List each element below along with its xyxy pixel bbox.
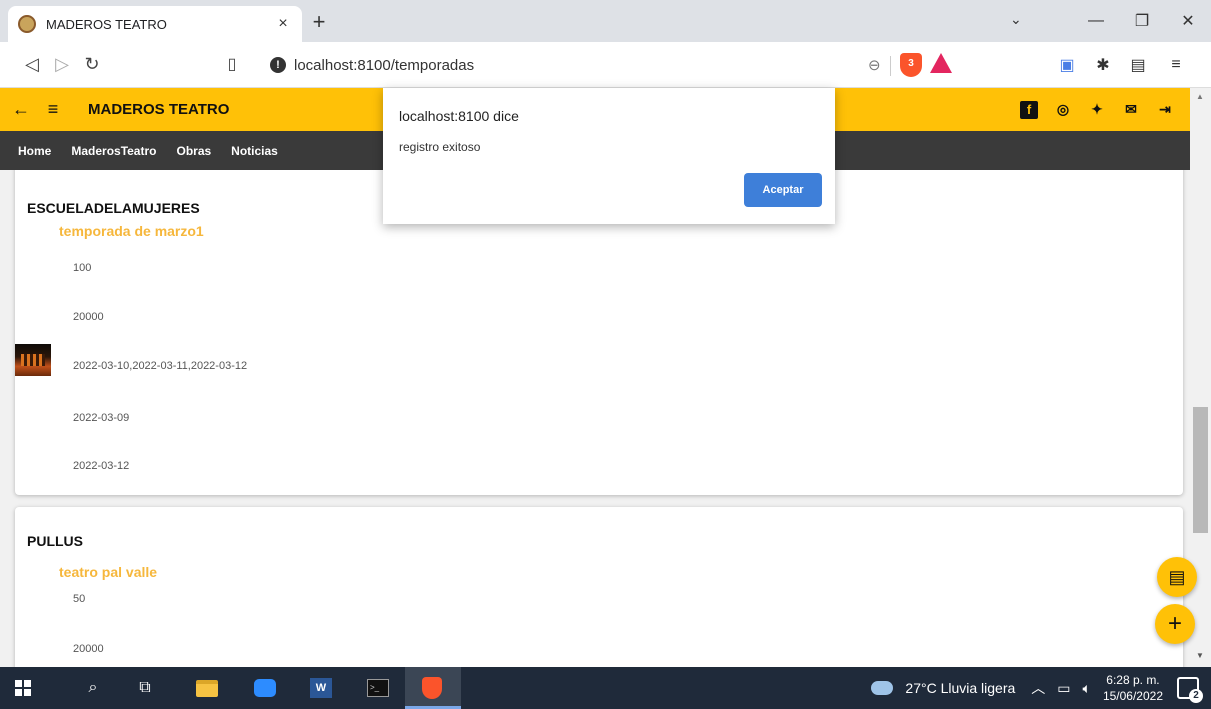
brave-shield-icon[interactable]: 3: [900, 53, 922, 77]
word-app-icon[interactable]: W: [308, 675, 334, 701]
brave-taskbar-item[interactable]: [405, 667, 461, 709]
start-date-value: 2022-03-09: [73, 412, 130, 424]
back-icon[interactable]: ◁: [20, 54, 44, 75]
volume-muted-icon[interactable]: 🔈︎: [1083, 680, 1091, 697]
close-window-button[interactable]: ✕: [1165, 0, 1211, 42]
wallet-icon[interactable]: ▤: [1128, 55, 1148, 75]
address-bar[interactable]: ! localhost:8100/temporadas: [256, 50, 956, 80]
twitter-icon[interactable]: ✦: [1088, 101, 1106, 119]
price-value: 20000: [73, 643, 104, 655]
toolbar-divider: [890, 56, 891, 76]
tab-search-dropdown-icon[interactable]: ⌄: [1010, 11, 1022, 28]
terminal-app-icon[interactable]: >_: [365, 675, 391, 701]
nav-home[interactable]: Home: [18, 144, 51, 158]
price-value: 20000: [73, 311, 104, 323]
add-fab-button[interactable]: +: [1155, 604, 1195, 644]
nav-maderosteatro[interactable]: MaderosTeatro: [71, 144, 156, 158]
mail-icon[interactable]: ✉: [1122, 101, 1140, 119]
bookmark-icon[interactable]: ▯: [220, 54, 244, 74]
scrollbar-thumb[interactable]: [1193, 407, 1208, 533]
extensions-puzzle-icon[interactable]: ✱: [1093, 55, 1113, 75]
season-name: temporada de marzo1: [59, 223, 204, 239]
zoom-app-icon[interactable]: [252, 675, 278, 701]
back-arrow-icon[interactable]: ←: [10, 99, 32, 120]
capacity-value: 50: [73, 593, 86, 605]
newspaper-icon: ▤: [1168, 566, 1186, 587]
browser-toolbar: ◁ ▷ ↻ ▯ ! localhost:8100/temporadas ⊖ 3 …: [0, 42, 1211, 88]
weather-cloud-icon[interactable]: [871, 681, 894, 695]
dialog-message: registro exitoso: [399, 140, 481, 154]
nav-noticias[interactable]: Noticias: [231, 144, 278, 158]
windows-start-icon[interactable]: [10, 675, 36, 701]
scroll-up-arrow-icon[interactable]: ▲: [1196, 92, 1204, 101]
capacity-value: 100: [73, 262, 92, 274]
menu-icon[interactable]: ≡: [1166, 55, 1186, 75]
task-view-icon[interactable]: ⧉: [132, 675, 158, 701]
card-title: PULLUS: [27, 533, 83, 549]
battery-icon[interactable]: ▭: [1057, 680, 1070, 697]
page-content: ESCUELADELAMUJERES temporada de marzo1 1…: [0, 170, 1190, 667]
minimize-button[interactable]: —: [1073, 0, 1119, 42]
window-controls: — ❐ ✕: [1073, 0, 1211, 42]
accept-button[interactable]: Aceptar: [744, 173, 822, 207]
plus-icon: +: [1167, 610, 1182, 637]
weather-text[interactable]: 27°C Lluvia ligera: [905, 680, 1015, 696]
browser-tab-strip: MADEROS TEATRO × + ⌄ — ❐ ✕: [0, 0, 1211, 42]
end-date-value: 2022-03-12: [73, 460, 130, 472]
brave-rewards-icon[interactable]: [930, 53, 952, 73]
facebook-icon[interactable]: f: [1020, 100, 1038, 119]
instagram-icon[interactable]: ◎: [1054, 101, 1072, 119]
forward-icon[interactable]: ▷: [50, 54, 74, 75]
season-card[interactable]: PULLUS teatro pal valle 50 20000: [15, 507, 1183, 667]
news-fab-button[interactable]: ▤: [1157, 557, 1197, 597]
alert-dialog: localhost:8100 dice registro exitoso Ace…: [383, 88, 835, 224]
scroll-down-arrow-icon[interactable]: ▼: [1196, 651, 1204, 660]
play-thumbnail: [15, 344, 51, 376]
hamburger-menu-icon[interactable]: ≡: [42, 99, 64, 120]
dates-value: 2022-03-10,2022-03-11,2022-03-12: [73, 360, 248, 372]
tab-close-icon[interactable]: ×: [274, 15, 292, 33]
chevron-up-icon[interactable]: ︿: [1031, 678, 1045, 698]
notification-center-icon[interactable]: 2: [1177, 677, 1203, 703]
reload-icon[interactable]: ↻: [80, 54, 104, 75]
clock-date: 15/06/2022: [1102, 689, 1163, 703]
file-explorer-icon[interactable]: [194, 675, 220, 701]
clock-time: 6:28 p. m.: [1106, 673, 1160, 687]
url-text: localhost:8100/temporadas: [294, 56, 475, 74]
notification-count: 2: [1189, 689, 1203, 703]
windows-taskbar: ⌕ ⧉ W >_ 27°C Lluvia ligera ︿ ▭ 🔈︎ 6:28 …: [0, 667, 1211, 709]
translate-extension-icon[interactable]: ▣: [1057, 55, 1077, 75]
card-title: ESCUELADELAMUJERES: [27, 200, 200, 216]
tab-title: MADEROS TEATRO: [46, 16, 167, 32]
social-links: f ◎ ✦ ✉ ⇥: [1020, 88, 1190, 131]
season-name: teatro pal valle: [59, 564, 158, 580]
nav-obras[interactable]: Obras: [176, 144, 211, 158]
maximize-button[interactable]: ❐: [1119, 0, 1165, 42]
dialog-title: localhost:8100 dice: [399, 108, 519, 124]
app-title: MADEROS TEATRO: [88, 101, 230, 118]
new-tab-button[interactable]: +: [306, 9, 332, 35]
browser-tab[interactable]: MADEROS TEATRO ×: [8, 6, 302, 42]
system-tray: 27°C Lluvia ligera ︿ ▭ 🔈︎ 6:28 p. m. 15/…: [871, 667, 1211, 709]
search-icon[interactable]: ⌕: [80, 675, 106, 701]
site-info-icon[interactable]: !: [270, 57, 286, 73]
system-clock[interactable]: 6:28 p. m. 15/06/2022: [1103, 672, 1163, 704]
brave-browser-icon: [419, 675, 445, 701]
zoom-icon[interactable]: ⊖: [868, 56, 881, 74]
site-favicon-icon: [18, 15, 36, 33]
logout-icon[interactable]: ⇥: [1156, 101, 1174, 119]
